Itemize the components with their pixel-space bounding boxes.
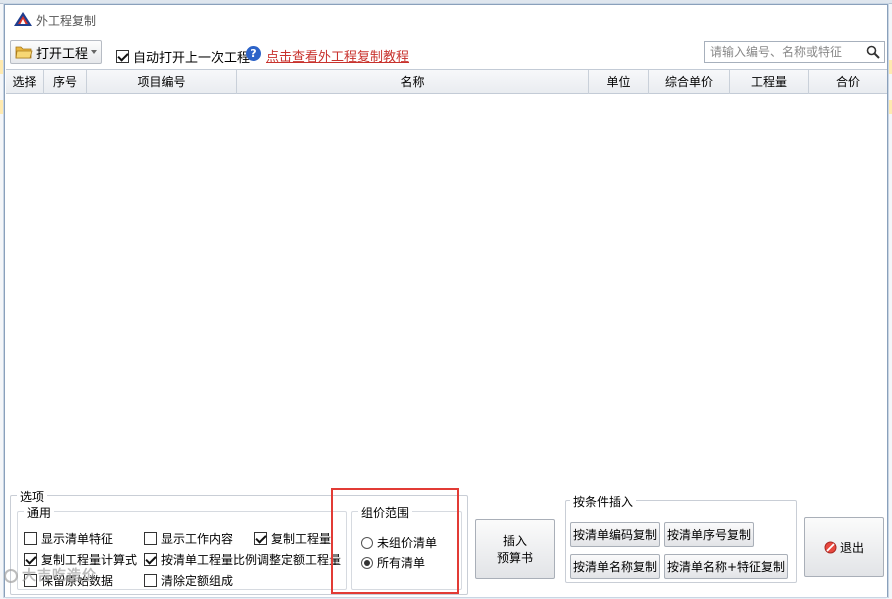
option-checkbox[interactable]	[144, 532, 157, 545]
open-project-button[interactable]: 打开工程	[10, 40, 102, 64]
window-title: 外工程复制	[36, 14, 97, 28]
help-icon[interactable]: ?	[246, 46, 261, 61]
option-label: 清除定额组成	[161, 574, 234, 588]
title-bar[interactable]: 外工程复制	[5, 5, 887, 35]
conditional-insert-title: 按条件插入	[570, 493, 637, 510]
auto-open-last-project-option[interactable]: 自动打开上一次工程	[116, 47, 250, 66]
option-label: 复制工程量	[271, 532, 332, 546]
option-clear-quota-composition[interactable]: 清除定额组成	[144, 572, 233, 589]
copy-by-name-button[interactable]: 按清单名称复制	[570, 554, 660, 579]
column-quantity[interactable]: 工程量	[730, 70, 809, 94]
insert-button-line2: 预算书	[496, 551, 533, 565]
highlight-frame	[331, 488, 459, 594]
table-header: 选择 序号 项目编号 名称 单位 综合单价 工程量 合价	[6, 70, 887, 94]
column-unit-price[interactable]: 综合单价	[649, 70, 730, 94]
exit-button[interactable]: 退出	[804, 517, 884, 577]
auto-open-checkbox[interactable]	[116, 50, 129, 63]
copy-by-code-button[interactable]: 按清单编码复制	[570, 522, 660, 547]
open-project-label: 打开工程	[36, 46, 89, 62]
copy-by-index-button[interactable]: 按清单序号复制	[664, 522, 754, 547]
general-options-title: 通用	[24, 504, 55, 521]
option-checkbox[interactable]	[144, 574, 157, 587]
item-list-table: 选择 序号 项目编号 名称 单位 综合单价 工程量 合价	[6, 69, 887, 488]
search-box	[704, 41, 885, 63]
external-project-copy-dialog: 外工程复制 打开工程 自动打开上一次工程 ? 点击查看外工程复制教程 选择	[4, 4, 888, 597]
option-adjust-quota-by-ratio[interactable]: 按清单工程量比例调整定额工程量	[144, 551, 341, 568]
footer-panel: 选项 通用 显示清单特征 显示工作内容 复制工程量 复制工程量计算式 按清单工程…	[5, 487, 887, 597]
insert-button-line1: 插入	[502, 534, 527, 548]
chevron-down-icon[interactable]	[91, 50, 97, 54]
option-checkbox[interactable]	[24, 532, 37, 545]
watermark-text: 大吉吃造价	[22, 568, 97, 584]
watermark: 大吉吃造价	[4, 565, 97, 585]
stop-icon	[824, 541, 837, 553]
conditional-insert-group: 按条件插入 按清单编码复制 按清单序号复制 按清单名称复制 按清单名称+特征复制	[565, 493, 797, 583]
column-select[interactable]: 选择	[6, 70, 44, 94]
option-label: 显示工作内容	[161, 532, 234, 546]
column-unit[interactable]: 单位	[589, 70, 649, 94]
column-index[interactable]: 序号	[44, 70, 87, 94]
folder-open-icon	[15, 46, 33, 59]
option-show-work-content[interactable]: 显示工作内容	[144, 530, 233, 547]
toolbar: 打开工程 自动打开上一次工程 ? 点击查看外工程复制教程	[5, 37, 887, 69]
exit-button-label: 退出	[839, 540, 864, 555]
table-body[interactable]	[6, 95, 887, 487]
search-input[interactable]	[705, 42, 863, 62]
watermark-logo-icon	[4, 569, 18, 583]
copy-by-name-and-feature-button[interactable]: 按清单名称+特征复制	[664, 554, 788, 579]
search-icon[interactable]	[866, 45, 880, 59]
option-checkbox[interactable]	[254, 532, 267, 545]
insert-into-budget-button[interactable]: 插入 预算书	[475, 519, 555, 579]
column-name[interactable]: 名称	[237, 70, 589, 94]
tutorial-link[interactable]: 点击查看外工程复制教程	[266, 46, 409, 65]
column-item-code[interactable]: 项目编号	[87, 70, 237, 94]
option-label: 显示清单特征	[41, 532, 114, 546]
option-label: 按清单工程量比例调整定额工程量	[161, 553, 342, 567]
auto-open-label: 自动打开上一次工程	[133, 51, 251, 66]
app-logo-icon	[14, 12, 32, 26]
option-show-list-features[interactable]: 显示清单特征	[24, 530, 113, 547]
option-copy-quantity[interactable]: 复制工程量	[254, 530, 331, 547]
option-checkbox[interactable]	[144, 553, 157, 566]
options-group-title: 选项	[17, 488, 48, 505]
column-total[interactable]: 合价	[809, 70, 887, 94]
